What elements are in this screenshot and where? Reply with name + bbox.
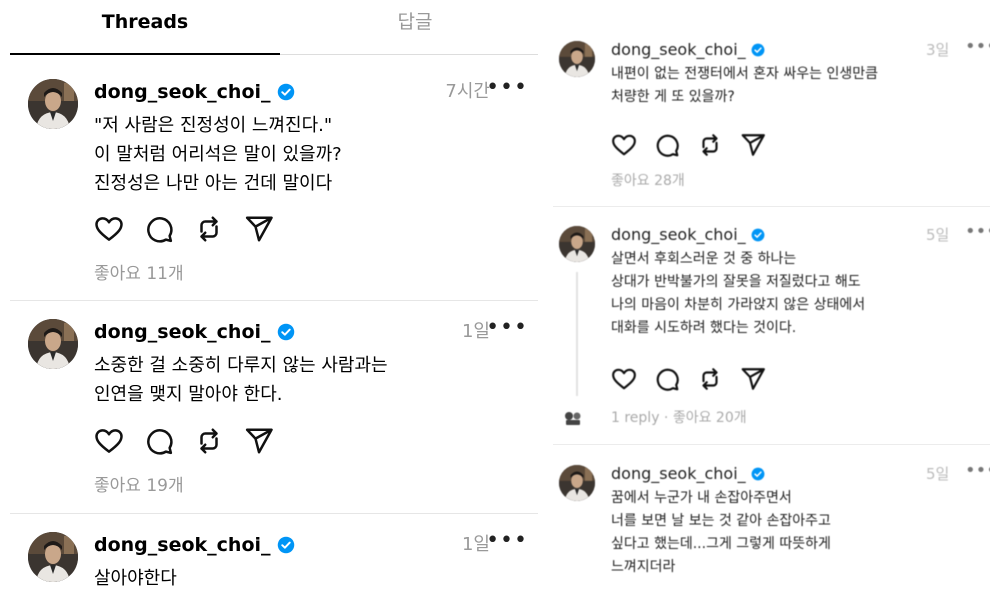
post-time: 7시간 — [445, 81, 490, 102]
repost-icon[interactable] — [194, 214, 224, 244]
tab-divider — [280, 54, 538, 55]
heart-icon[interactable] — [94, 214, 124, 244]
post-text: 내편이 없는 전쟁터에서 혼자 싸우는 인생만큼 처량한 게 또 있을까? — [611, 66, 878, 105]
username[interactable]: dong_seok_choi_ — [611, 464, 746, 483]
avatar[interactable] — [559, 41, 595, 77]
reply-avatars-icon — [563, 410, 583, 426]
verified-icon — [277, 83, 295, 101]
profile-tabs: Threads 답글 — [10, 0, 538, 56]
like-count[interactable]: 좋아요 11개 — [94, 259, 184, 284]
heart-icon[interactable] — [611, 132, 637, 158]
tab-replies[interactable]: 답글 — [280, 8, 540, 36]
heart-icon[interactable] — [611, 366, 637, 392]
post-divider — [10, 300, 538, 301]
avatar[interactable] — [28, 532, 78, 582]
username[interactable]: dong_seok_choi_ — [94, 534, 271, 556]
repost-icon[interactable] — [194, 426, 224, 456]
avatar[interactable] — [559, 465, 595, 501]
post-divider — [553, 206, 990, 207]
share-icon[interactable] — [740, 132, 766, 158]
share-icon[interactable] — [244, 214, 274, 244]
verified-icon — [751, 228, 765, 242]
verified-icon — [751, 43, 765, 57]
post-time: 3일 — [926, 41, 950, 59]
username[interactable]: dong_seok_choi_ — [611, 40, 746, 59]
more-options-icon[interactable]: ••• — [486, 315, 528, 341]
verified-icon — [277, 323, 295, 341]
share-icon[interactable] — [740, 366, 766, 392]
share-icon[interactable] — [244, 426, 274, 456]
comment-icon[interactable] — [144, 214, 174, 244]
more-options-icon[interactable]: ••• — [486, 75, 528, 101]
more-options-icon[interactable]: ••• — [965, 221, 990, 243]
comment-icon[interactable] — [654, 132, 680, 158]
post-time: 5일 — [926, 465, 950, 483]
avatar[interactable] — [28, 319, 78, 369]
post-text: "저 사람은 진정성이 느껴진다." 이 말처럼 어리석은 말이 있을까? 진정… — [94, 115, 342, 194]
post-text: 살면서 후회스러운 것 중 하나는 상대가 반박불가의 잘못을 저질렀다고 해도… — [611, 251, 866, 336]
repost-icon[interactable] — [697, 366, 723, 392]
avatar[interactable] — [28, 79, 78, 129]
more-options-icon[interactable]: ••• — [965, 36, 990, 58]
reply-and-like-count[interactable]: 1 reply · 좋아요 20개 — [611, 407, 747, 427]
username[interactable]: dong_seok_choi_ — [94, 321, 271, 343]
like-count[interactable]: 좋아요 19개 — [94, 471, 184, 496]
comment-icon[interactable] — [144, 426, 174, 456]
username[interactable]: dong_seok_choi_ — [611, 225, 746, 244]
thread-connector-line — [576, 272, 578, 396]
profile-threads-panel: Threads 답글 dong_seok_choi_ 7시간 ••• "저 사람… — [0, 0, 540, 600]
post-text: 꿈에서 누군가 내 손잡아주면서 너를 보면 날 보는 것 같아 손잡아주고 싶… — [611, 490, 831, 575]
verified-icon — [751, 467, 765, 481]
repost-icon[interactable] — [697, 132, 723, 158]
post-divider — [553, 444, 990, 445]
heart-icon[interactable] — [94, 426, 124, 456]
avatar[interactable] — [559, 226, 595, 262]
like-count[interactable]: 좋아요 28개 — [611, 170, 685, 190]
more-options-icon[interactable]: ••• — [965, 460, 990, 482]
more-options-icon[interactable]: ••• — [486, 528, 528, 554]
username[interactable]: dong_seok_choi_ — [94, 81, 271, 103]
post-time: 5일 — [926, 226, 950, 244]
tab-threads[interactable]: Threads — [10, 8, 280, 36]
post-text: 소중한 걸 소중히 다루지 않는 사람과는 인연을 맺지 말아야 한다. — [94, 355, 388, 405]
replies-panel: dong_seok_choi_ 3일 ••• 내편이 없는 전쟁터에서 혼자 싸… — [553, 0, 990, 600]
active-tab-indicator — [10, 53, 280, 55]
comment-icon[interactable] — [654, 366, 680, 392]
verified-icon — [277, 536, 295, 554]
post-divider — [10, 513, 538, 514]
post-text: 살아야한다 — [94, 568, 177, 589]
